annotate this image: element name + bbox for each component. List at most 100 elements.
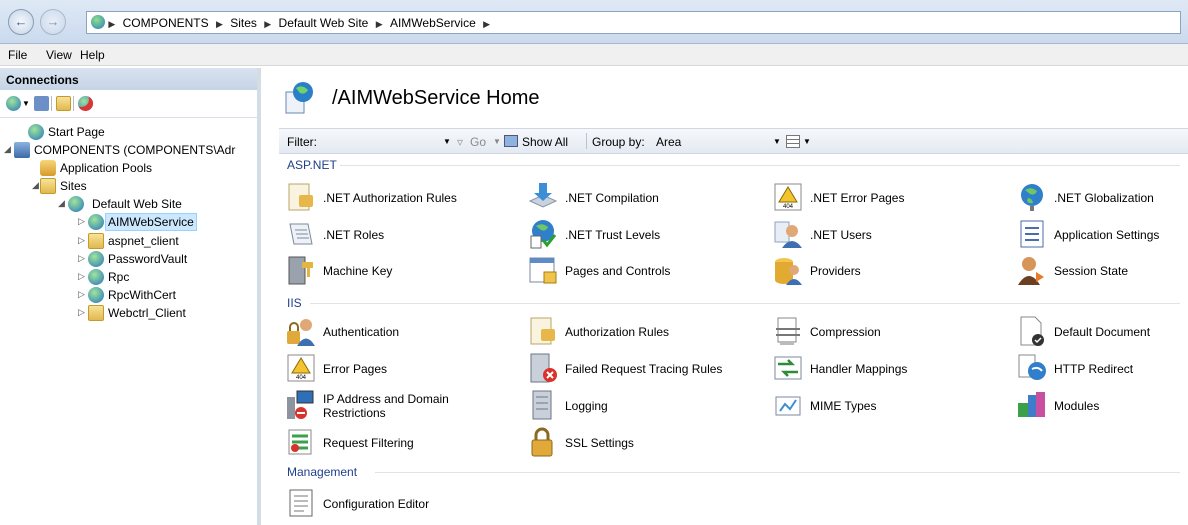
breadcrumb-site[interactable]: Default Web Site <box>279 16 369 30</box>
feature-authorization-rules[interactable]: Authorization Rules <box>527 315 757 349</box>
feature-net-trust-levels[interactable]: .NET Trust Levels <box>527 218 757 252</box>
tree-item-default-web-site[interactable]: ◢ Default Web Site <box>56 195 246 213</box>
chevron-right-icon: ▶ <box>483 19 491 29</box>
tree-item-passwordvault[interactable]: ▷ PasswordVault <box>78 250 228 268</box>
connections-header: Connections <box>0 68 257 90</box>
feature-modules[interactable]: Modules <box>1016 389 1188 423</box>
create-connection-icon[interactable] <box>6 96 21 111</box>
sites-folder-icon <box>40 178 56 194</box>
feature-logging[interactable]: Logging <box>527 389 757 423</box>
menu-file[interactable]: File <box>8 48 27 62</box>
filter-dropdown-icon[interactable]: ▼ <box>443 137 451 146</box>
expand-icon[interactable]: ▷ <box>78 307 85 318</box>
features-view: /AIMWebService Home Filter: ▼ ▿ Go ▼ Sho… <box>265 68 1188 525</box>
breadcrumb-app[interactable]: AIMWebService <box>390 16 476 30</box>
feature-handler-mappings[interactable]: Handler Mappings <box>772 352 1002 386</box>
collapse-icon[interactable]: ◢ <box>32 180 39 191</box>
feature-application-settings[interactable]: Application Settings <box>1016 218 1188 252</box>
feature-failed-request-tracing-rules[interactable]: Failed Request Tracing Rules <box>527 352 757 386</box>
expand-icon[interactable]: ▷ <box>78 289 85 300</box>
mime-types-icon <box>775 396 801 416</box>
feature-configuration-editor[interactable]: Configuration Editor <box>285 487 515 521</box>
up-level-icon[interactable] <box>56 96 71 111</box>
feature-net-error-pages[interactable]: 404 .NET Error Pages <box>772 181 1002 215</box>
feature-mime-types[interactable]: MIME Types <box>772 389 1002 423</box>
group-by-select[interactable]: Area <box>656 135 681 149</box>
expand-icon[interactable]: ▷ <box>78 235 85 246</box>
web-app-icon <box>88 214 104 230</box>
expand-icon[interactable]: ▷ <box>78 271 85 282</box>
group-by-label: Group by: <box>592 135 645 149</box>
feature-providers[interactable]: Providers <box>772 254 1002 288</box>
breadcrumb-server[interactable]: COMPONENTS <box>123 16 209 30</box>
view-icon[interactable] <box>786 135 800 148</box>
web-app-icon <box>88 251 104 267</box>
feature-authentication[interactable]: Authentication <box>285 315 515 349</box>
tree-item-sites[interactable]: ◢ Sites <box>30 177 250 195</box>
feature-default-document[interactable]: Default Document <box>1016 315 1188 349</box>
disconnect-icon[interactable] <box>78 96 93 111</box>
tree-item-rpcwithcert[interactable]: ▷ RpcWithCert <box>78 286 228 304</box>
request-filtering-icon <box>288 429 312 455</box>
breadcrumb-sites[interactable]: Sites <box>230 16 257 30</box>
feature-request-filtering[interactable]: Request Filtering <box>285 426 515 460</box>
collapse-icon[interactable]: ◢ <box>58 198 65 209</box>
group-header-iis: IIS <box>287 296 302 310</box>
group-divider <box>375 472 1180 473</box>
feature-http-redirect[interactable]: HTTP Redirect <box>1016 352 1188 386</box>
web-app-icon <box>88 287 104 303</box>
ssl-lock-icon <box>531 427 553 457</box>
group-by-dropdown-icon[interactable]: ▼ <box>773 137 781 146</box>
start-page-icon <box>28 124 44 140</box>
group-divider <box>310 303 1180 304</box>
back-button[interactable]: ← <box>8 9 34 35</box>
tree-item-aimwebservice[interactable]: ▷ AIMWebService <box>78 213 208 231</box>
collapse-icon[interactable]: ◢ <box>4 144 11 155</box>
menu-bar: File View Help <box>0 44 1188 66</box>
group-header-aspnet: ASP.NET <box>287 158 337 172</box>
configuration-editor-icon <box>289 489 313 517</box>
feature-ssl-settings[interactable]: SSL Settings <box>527 426 757 460</box>
feature-net-roles[interactable]: .NET Roles <box>285 218 515 252</box>
address-field[interactable]: ▶ COMPONENTS ▶ Sites ▶ Default Web Site … <box>86 11 1181 34</box>
expand-icon[interactable]: ▷ <box>78 216 85 227</box>
filter-label: Filter: <box>287 135 317 149</box>
feature-error-pages[interactable]: 404 Error Pages <box>285 352 515 386</box>
feature-net-compilation[interactable]: .NET Compilation <box>527 181 757 215</box>
menu-help[interactable]: Help <box>80 48 105 62</box>
tree-item-start-page[interactable]: Start Page <box>18 123 258 141</box>
tree-item-app-pools[interactable]: Application Pools <box>30 159 250 177</box>
ip-restrictions-icon <box>287 390 314 419</box>
expand-icon[interactable]: ▷ <box>78 253 85 264</box>
feature-session-state[interactable]: Session State <box>1016 254 1188 288</box>
svg-text:404: 404 <box>783 204 794 210</box>
application-settings-icon <box>1020 220 1044 248</box>
feature-compression[interactable]: Compression <box>772 315 1002 349</box>
feature-net-authorization-rules[interactable]: .NET Authorization Rules <box>285 181 515 215</box>
show-all-icon <box>504 135 518 147</box>
tree-item-webctrl-client[interactable]: ▷ Webctrl_Client <box>78 304 228 322</box>
go-dropdown-icon[interactable]: ▼ <box>493 137 501 146</box>
feature-ip-address-domain-restrictions[interactable]: IP Address and Domain Restrictions <box>285 389 515 423</box>
feature-pages-and-controls[interactable]: Pages and Controls <box>527 254 757 288</box>
save-icon[interactable] <box>34 96 49 111</box>
view-dropdown-icon[interactable]: ▼ <box>803 137 811 146</box>
default-document-icon <box>1020 316 1044 346</box>
filter-input[interactable] <box>323 132 443 151</box>
machine-key-icon <box>288 256 313 285</box>
go-button[interactable]: Go <box>470 135 486 149</box>
authorization-rules-icon <box>530 317 555 345</box>
group-divider <box>340 165 1180 166</box>
tree-item-rpc[interactable]: ▷ Rpc <box>78 268 228 286</box>
tree-item-server[interactable]: ◢ COMPONENTS (COMPONENTS\Adr <box>4 141 261 159</box>
feature-net-globalization[interactable]: .NET Globalization <box>1016 181 1188 215</box>
menu-view[interactable]: View <box>46 48 72 62</box>
feature-machine-key[interactable]: Machine Key <box>285 254 515 288</box>
forward-button[interactable]: → <box>40 9 66 35</box>
filter-bar: Filter: ▼ ▿ Go ▼ Show All Group by: Area… <box>279 128 1188 154</box>
tree-item-aspnet-client[interactable]: ▷ aspnet_client <box>78 232 228 250</box>
feature-net-users[interactable]: .NET Users <box>772 218 1002 252</box>
error-pages-icon: 404 <box>774 183 802 211</box>
show-all-button[interactable]: Show All <box>522 135 568 149</box>
compression-icon <box>776 317 800 345</box>
